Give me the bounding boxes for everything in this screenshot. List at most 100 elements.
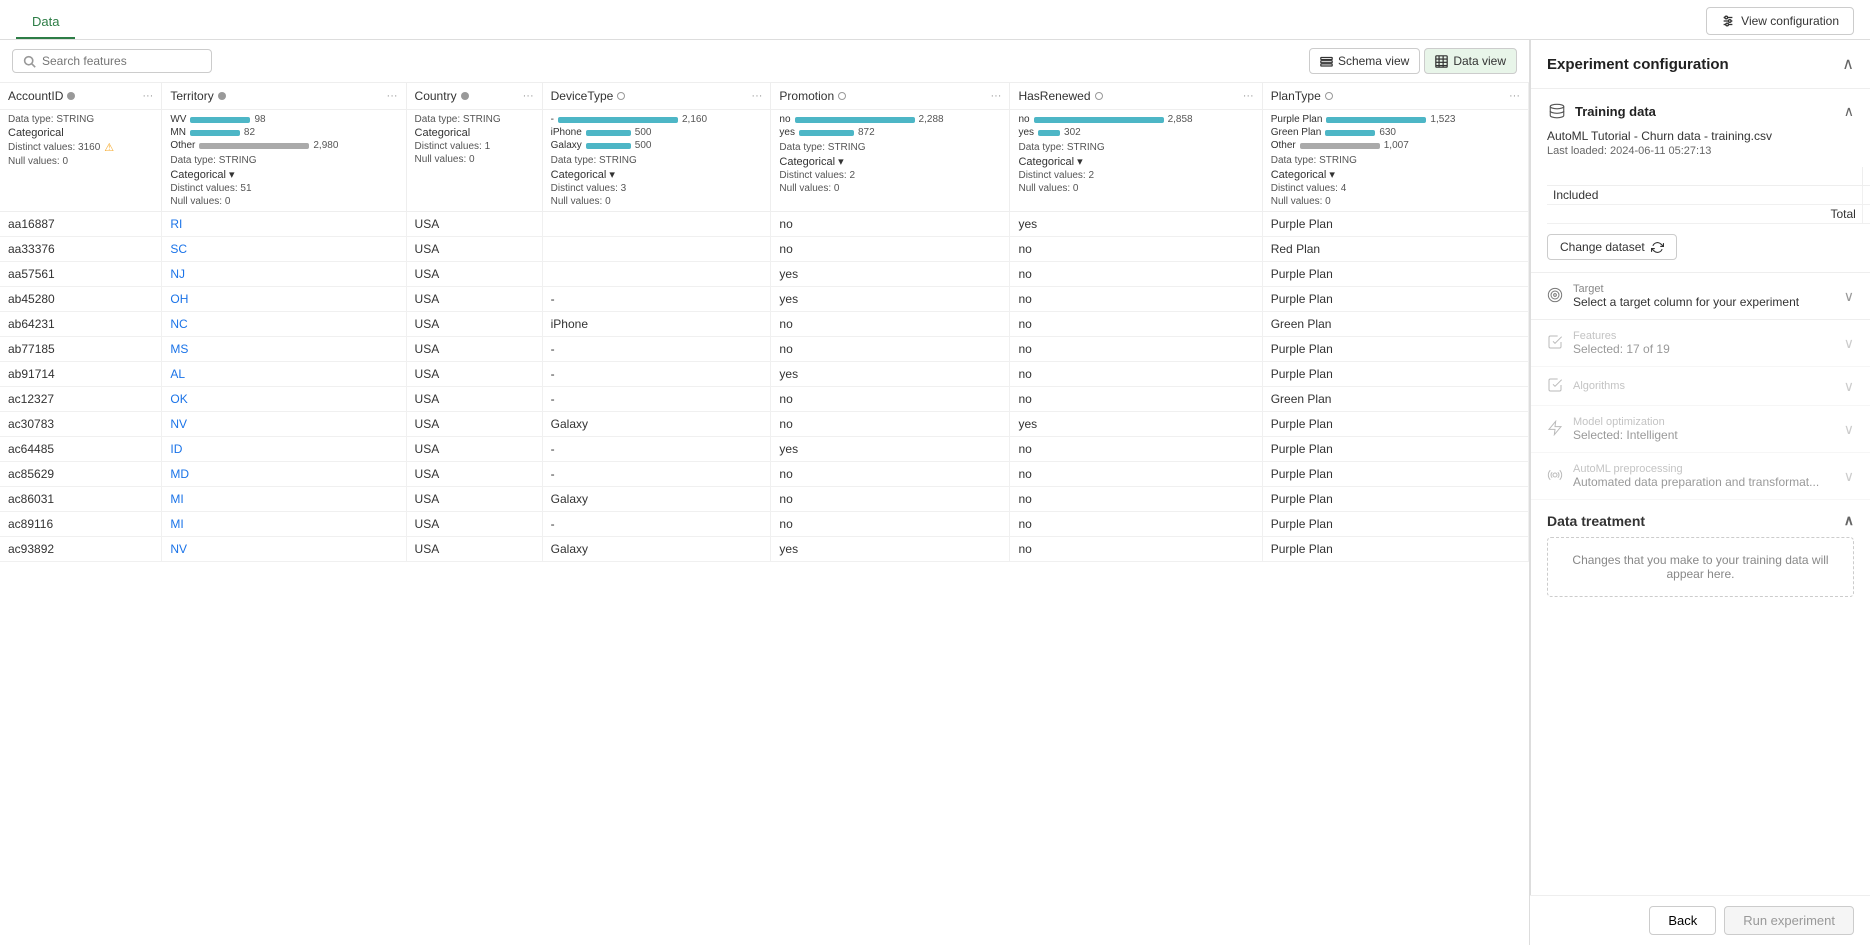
hasrenewed-nulls: Null values: 0: [1018, 183, 1253, 194]
plantype-bar-purple: Purple Plan 1,523: [1271, 114, 1520, 125]
col-accountid-menu[interactable]: ···: [142, 90, 153, 102]
promotion-distinct: Distinct values: 2: [779, 170, 1001, 181]
col-plantype-menu[interactable]: ···: [1509, 90, 1520, 102]
stats-plantype: Purple Plan 1,523 Green Plan 630: [1262, 110, 1528, 212]
automl-value: Automated data preparation and transform…: [1573, 475, 1819, 489]
search-icon: [23, 55, 36, 68]
automl-icon: [1547, 467, 1565, 485]
devicetype-category[interactable]: Categorical ▾: [551, 168, 763, 181]
col-devicetype-menu[interactable]: ···: [751, 90, 762, 102]
country-datatype: Data type: STRING: [415, 114, 534, 125]
stats-included-row: Included 53,720 17 3,160: [1547, 186, 1870, 205]
col-hasrenewed-label: HasRenewed: [1018, 89, 1090, 103]
search-box[interactable]: [12, 49, 212, 73]
plantype-category[interactable]: Categorical ▾: [1271, 168, 1520, 181]
table-container: AccountID ··· Territory ···: [0, 83, 1529, 945]
features-chevron: ∨: [1844, 335, 1854, 352]
change-dataset-label: Change dataset: [1560, 240, 1645, 254]
data-view-button[interactable]: Data view: [1424, 48, 1517, 74]
algorithms-section: Algorithms ∨: [1531, 367, 1870, 406]
plantype-bar-other: Other 1,007: [1271, 140, 1520, 151]
config-content: Training data ∧ AutoML Tutorial - Churn …: [1531, 89, 1870, 945]
col-country-dot: [461, 92, 469, 100]
col-promotion-menu[interactable]: ···: [990, 90, 1001, 102]
automl-chevron: ∨: [1844, 468, 1854, 485]
tab-data[interactable]: Data: [16, 6, 75, 39]
schema-view-label: Schema view: [1338, 54, 1409, 68]
col-territory: Territory ···: [162, 83, 406, 110]
features-label: Features: [1573, 330, 1670, 342]
stats-promotion: no 2,288 yes 872: [771, 110, 1010, 212]
col-accountid-label: AccountID: [8, 89, 63, 103]
back-button[interactable]: Back: [1649, 906, 1716, 935]
view-configuration-button[interactable]: View configuration: [1706, 7, 1854, 35]
config-collapse-button[interactable]: ∧: [1842, 54, 1854, 74]
col-accountid: AccountID ···: [0, 83, 162, 110]
target-value: Select a target column for your experime…: [1573, 295, 1799, 309]
data-treatment-title: Data treatment ∧: [1547, 512, 1854, 529]
table-row: aa16887 RI USA no yes Purple Plan: [0, 212, 1529, 237]
promotion-category[interactable]: Categorical ▾: [779, 155, 1001, 168]
data-treatment-toggle[interactable]: ∧: [1844, 512, 1854, 529]
table-row: ac30783 NV USA Galaxy no yes Purple Plan: [0, 412, 1529, 437]
sliders-icon: [1721, 14, 1735, 28]
app-container: Data View configuration: [0, 0, 1870, 945]
territory-datatype: Data type: STRING: [170, 155, 397, 166]
model-opt-label: Model optimization: [1573, 416, 1678, 428]
table-row: ac64485 ID USA - yes no Purple Plan: [0, 437, 1529, 462]
training-data-toggle[interactable]: ∧: [1844, 103, 1854, 120]
stats-accountid: Data type: STRING Categorical Distinct v…: [0, 110, 162, 212]
features-icon: [1547, 334, 1565, 352]
accountid-datatype: Data type: STRING: [8, 114, 153, 125]
territory-bar-other: Other 2,980: [170, 140, 397, 151]
dataset-name: AutoML Tutorial - Churn data - training.…: [1547, 129, 1854, 143]
bottom-bar: Back Run experiment: [1530, 895, 1870, 945]
data-table: AccountID ··· Territory ···: [0, 83, 1529, 562]
col-plantype-label: PlanType: [1271, 89, 1321, 103]
devicetype-bars: - 2,160 iPhone 500: [551, 114, 763, 151]
model-optimization-section: Model optimization Selected: Intelligent…: [1531, 406, 1870, 453]
table-row: ab91714 AL USA - yes no Purple Plan: [0, 362, 1529, 387]
promotion-bars: no 2,288 yes 872: [779, 114, 1001, 138]
schema-icon: [1320, 55, 1333, 68]
stats-total-row: Total 60,040 19 3,160: [1547, 205, 1870, 224]
table-icon: [1435, 55, 1448, 68]
col-accountid-dot: [67, 92, 75, 100]
table-row: ab77185 MS USA - no no Purple Plan: [0, 337, 1529, 362]
data-panel: Schema view Data view: [0, 40, 1530, 945]
schema-view-button[interactable]: Schema view: [1309, 48, 1420, 74]
hasrenewed-bar-no: no 2,858: [1018, 114, 1253, 125]
model-opt-icon: [1547, 420, 1565, 438]
hasrenewed-bar-yes: yes 302: [1018, 127, 1253, 138]
automl-label: AutoML preprocessing: [1573, 463, 1819, 475]
country-nulls: Null values: 0: [415, 154, 534, 165]
run-experiment-button[interactable]: Run experiment: [1724, 906, 1854, 935]
col-hasrenewed-menu[interactable]: ···: [1243, 90, 1254, 102]
hasrenewed-category[interactable]: Categorical ▾: [1018, 155, 1253, 168]
col-promotion-dot: [838, 92, 846, 100]
territory-distinct: Distinct values: 51: [170, 183, 397, 194]
target-section[interactable]: Target Select a target column for your e…: [1531, 273, 1870, 320]
stats-territory: WV 98 MN 82: [162, 110, 406, 212]
territory-category[interactable]: Categorical ▾: [170, 168, 234, 181]
col-territory-menu[interactable]: ···: [387, 90, 398, 102]
col-hasrenewed-dot: [1095, 92, 1103, 100]
promotion-bar-no: no 2,288: [779, 114, 1001, 125]
data-view-label: Data view: [1453, 54, 1506, 68]
table-row: ac85629 MD USA - no no Purple Plan: [0, 462, 1529, 487]
algorithms-label: Algorithms: [1573, 380, 1625, 392]
search-input[interactable]: [42, 54, 192, 68]
training-data-header: Training data ∧: [1547, 101, 1854, 121]
data-treatment-content: Changes that you make to your training d…: [1547, 537, 1854, 597]
features-value: Selected: 17 of 19: [1573, 342, 1670, 356]
config-title: Experiment configuration: [1547, 56, 1729, 73]
target-label: Target: [1573, 283, 1799, 295]
dataset-info: AutoML Tutorial - Churn data - training.…: [1547, 129, 1854, 157]
col-country-menu[interactable]: ···: [523, 90, 534, 102]
col-devicetype-label: DeviceType: [551, 89, 614, 103]
col-country: Country ···: [406, 83, 542, 110]
promotion-nulls: Null values: 0: [779, 183, 1001, 194]
country-category: Categorical: [415, 127, 534, 139]
accountid-warn-icon: ⚠: [104, 141, 114, 154]
change-dataset-button[interactable]: Change dataset: [1547, 234, 1677, 260]
